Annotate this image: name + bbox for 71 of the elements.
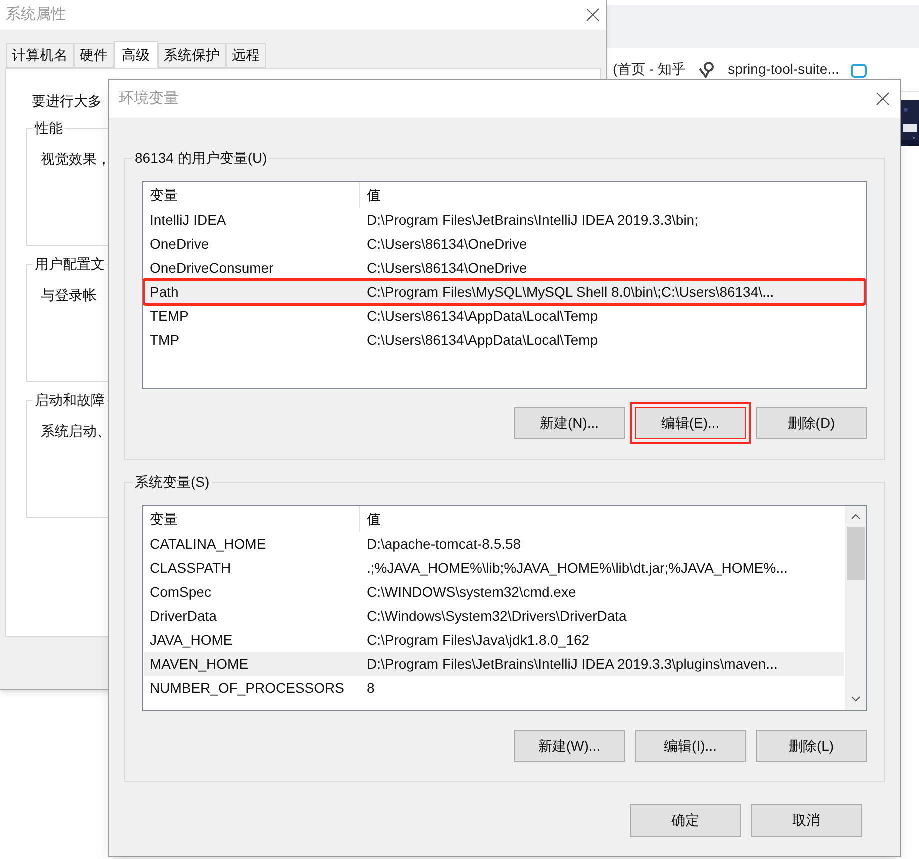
dialog-button[interactable]: 删除(D)	[756, 407, 867, 439]
group-title: 系统变量(S)	[133, 472, 212, 493]
variable-value: C:\Program Files\Java\jdk1.8.0_162	[366, 630, 590, 650]
list-row[interactable]: CATALINA_HOME D:\apache-tomcat-8.5.58	[144, 532, 844, 556]
variable-value: 8	[366, 678, 375, 698]
variable-name: TMP	[149, 330, 181, 350]
dialog-button[interactable]: 新建(W)...	[514, 730, 625, 762]
window-title: 环境变量	[119, 88, 179, 109]
window-title: 系统属性	[6, 4, 66, 25]
variable-name: OneDriveConsumer	[149, 258, 275, 278]
group-text: 视觉效果，	[41, 150, 111, 169]
list-row[interactable]: TMP C:\Users\86134\AppData\Local\Temp	[144, 328, 865, 352]
list-row[interactable]: ComSpec C:\WINDOWS\system32\cmd.exe	[144, 580, 844, 604]
bookmark[interactable]: (首页 - 知乎	[613, 59, 686, 80]
tab[interactable]: 计算机名	[6, 43, 74, 68]
list-row[interactable]: NUMBER_OF_PROCESSORS 8	[144, 676, 844, 700]
column-header[interactable]: 值	[360, 182, 866, 208]
column-header[interactable]: 变量	[143, 182, 360, 208]
variable-value: C:\Users\86134\AppData\Local\Temp	[366, 306, 598, 326]
variable-value: D:\apache-tomcat-8.5.58	[366, 534, 522, 554]
variable-value: D:\Program Files\JetBrains\IntelliJ IDEA 2019.3.3\plugins\maven...	[366, 654, 778, 674]
bookmark[interactable]: spring-tool-suite...	[728, 59, 840, 80]
list-row[interactable]: OneDrive C:\Users\86134\OneDrive	[144, 232, 865, 256]
variable-name: ComSpec	[149, 582, 212, 602]
variable-name: OneDrive	[149, 234, 210, 254]
variable-value: C:\WINDOWS\system32\cmd.exe	[366, 582, 576, 602]
dialog-button[interactable]: 确定	[630, 804, 741, 837]
scroll-down-icon[interactable]	[850, 696, 860, 702]
variable-name: IntelliJ IDEA	[149, 210, 228, 230]
variable-name: CLASSPATH	[149, 558, 232, 578]
variable-name: MAVEN_HOME	[149, 654, 250, 674]
column-header[interactable]: 值	[360, 506, 845, 532]
variable-value: C:\Users\86134\OneDrive	[366, 234, 528, 254]
dialog-button[interactable]: 编辑(I)...	[635, 730, 746, 762]
tab[interactable]: 高级	[114, 41, 158, 68]
group-text: 系统启动、	[41, 422, 111, 441]
scrollbar[interactable]	[845, 506, 866, 710]
scrollbar-thumb[interactable]	[846, 527, 864, 580]
variable-value: C:\Users\86134\AppData\Local\Temp	[366, 330, 598, 350]
variable-name: TEMP	[149, 306, 190, 326]
variable-name: DriverData	[149, 606, 218, 626]
list-row[interactable]: Path C:\Program Files\MySQL\MySQL Shell 8.0\bin\;C:\Users\86134\...	[144, 280, 865, 304]
tab[interactable]: 硬件	[74, 43, 114, 68]
list-row[interactable]: DriverData C:\Windows\System32\Drivers\DriverData	[144, 604, 844, 628]
variable-name: JAVA_HOME	[149, 630, 234, 650]
intro-text: 要进行大多	[32, 92, 102, 111]
variable-value: C:\Users\86134\OneDrive	[366, 258, 528, 278]
list-row[interactable]: MAVEN_HOME D:\Program Files\JetBrains\IntelliJ IDEA 2019.3.3\plugins\maven...	[144, 652, 844, 676]
close-icon[interactable]	[876, 92, 890, 106]
group-title: 86134 的用户变量(U)	[133, 148, 270, 169]
list-row[interactable]: IntelliJ IDEA D:\Program Files\JetBrains\IntelliJ IDEA 2019.3.3\bin;	[144, 208, 865, 232]
group-text: 与登录帐	[41, 286, 97, 305]
variable-name: NUMBER_OF_PROCESSORS	[149, 678, 346, 698]
dialog-button[interactable]: 删除(L)	[756, 730, 867, 762]
list-row[interactable]: CLASSPATH .;%JAVA_HOME%\lib;%JAVA_HOME%\lib\dt.jar;%JAVA_HOME%...	[144, 556, 844, 580]
list-row[interactable]: JAVA_HOME C:\Program Files\Java\jdk1.8.0_162	[144, 628, 844, 652]
scroll-up-icon[interactable]	[850, 514, 860, 520]
column-header[interactable]: 变量	[143, 506, 360, 532]
dialog-button[interactable]: 新建(N)...	[514, 407, 625, 439]
variable-name: Path	[149, 282, 180, 302]
list-row[interactable]: OneDriveConsumer C:\Users\86134\OneDrive	[144, 256, 865, 280]
tab[interactable]: 系统保护	[158, 43, 226, 68]
tab[interactable]: 远程	[226, 43, 266, 68]
list-row[interactable]: TEMP C:\Users\86134\AppData\Local\Temp	[144, 304, 865, 328]
dialog-button[interactable]: 取消	[751, 804, 862, 837]
close-icon[interactable]	[586, 8, 600, 22]
variable-value: .;%JAVA_HOME%\lib;%JAVA_HOME%\lib\dt.jar;%JAVA_HOME%...	[366, 558, 788, 578]
variable-value: C:\Windows\System32\Drivers\DriverData	[366, 606, 627, 626]
variable-name: CATALINA_HOME	[149, 534, 268, 554]
variable-value: D:\Program Files\JetBrains\IntelliJ IDEA 2019.3.3\bin;	[366, 210, 698, 230]
variable-value: C:\Program Files\MySQL\MySQL Shell 8.0\bin\;C:\Users\86134\...	[366, 282, 774, 302]
